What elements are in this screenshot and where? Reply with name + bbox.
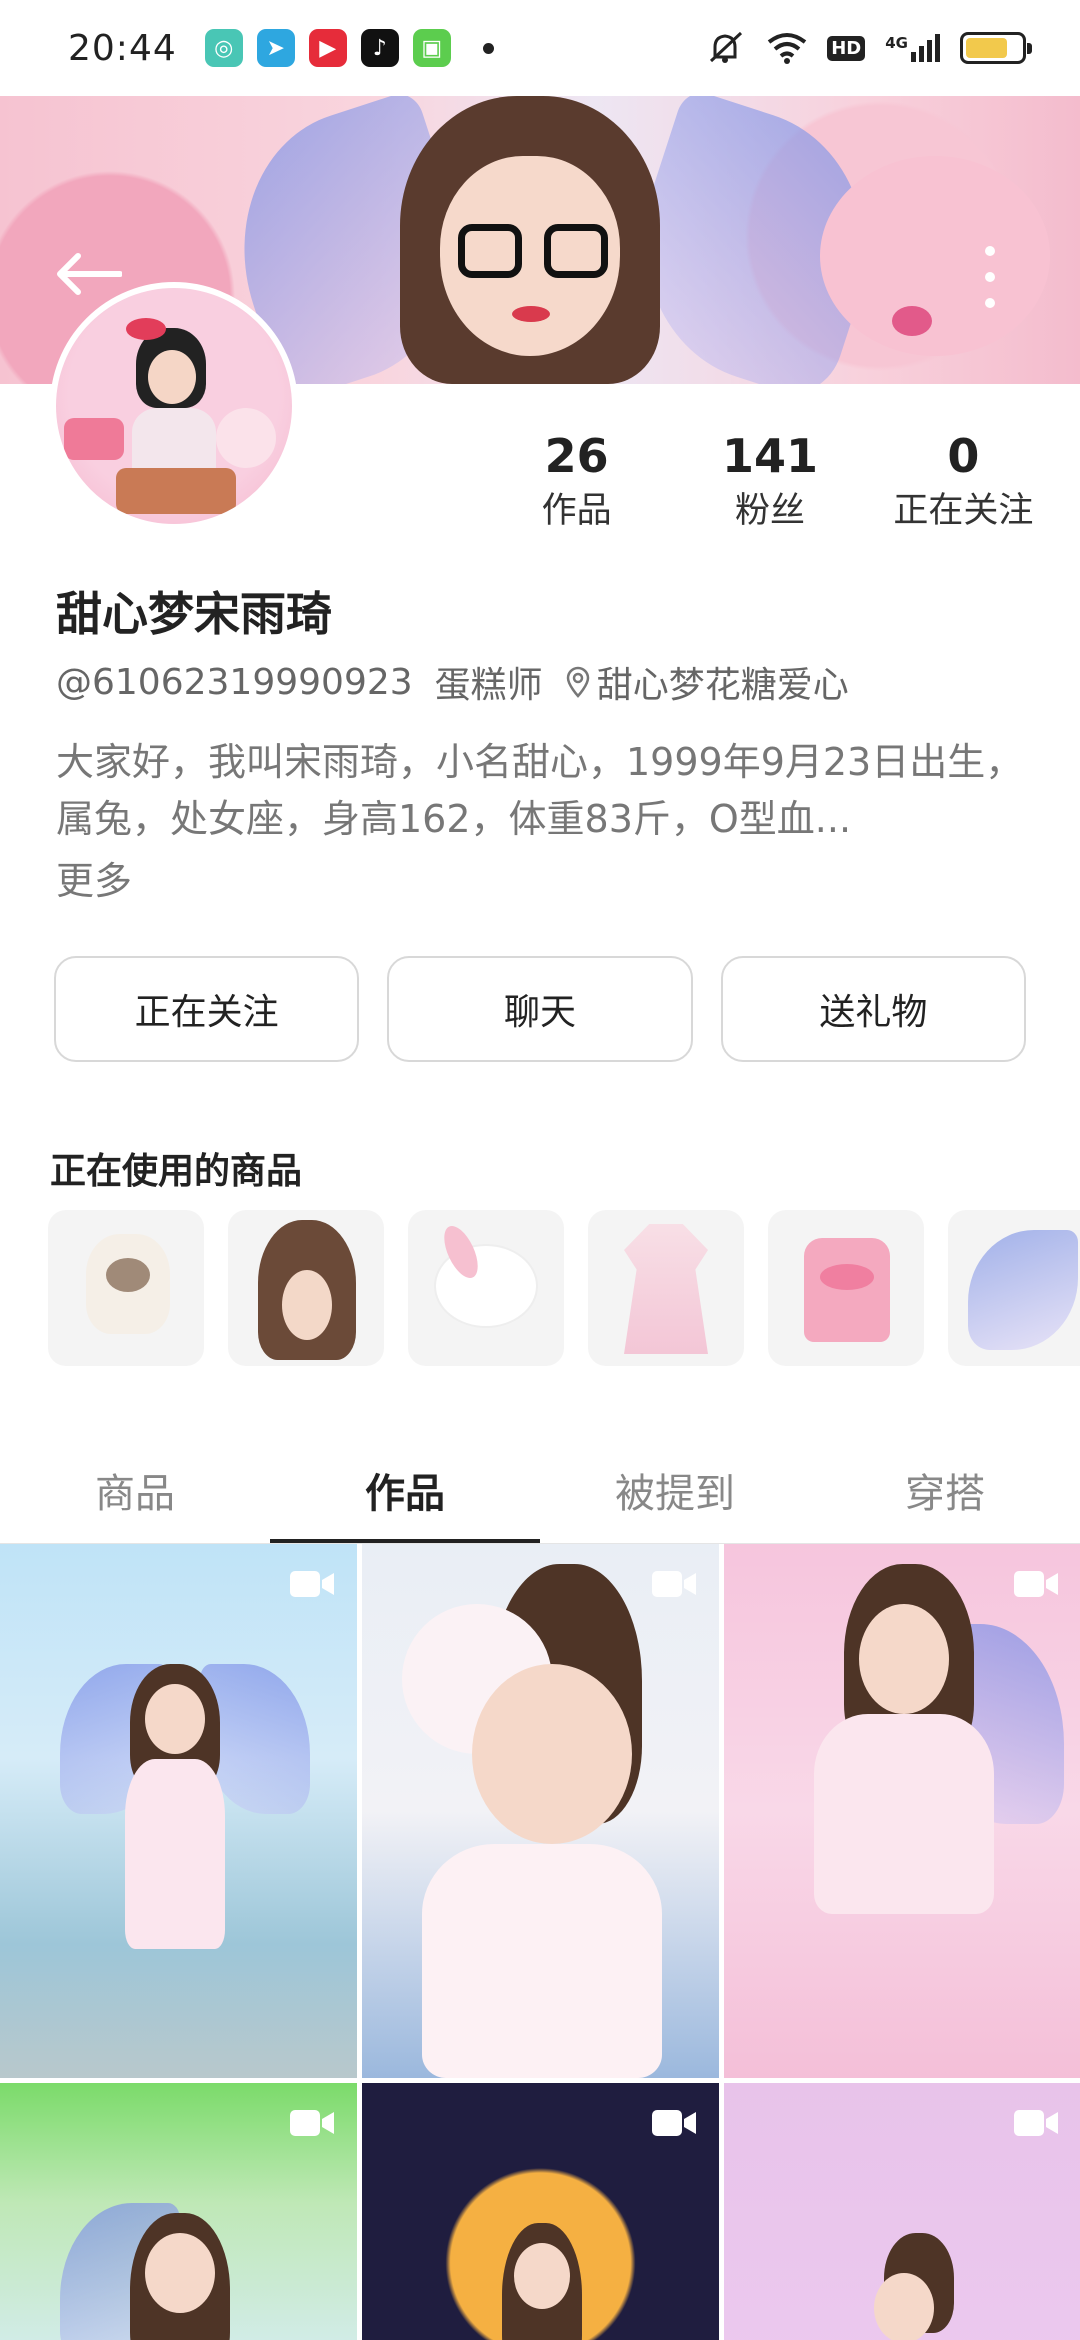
thumb-face (145, 2233, 215, 2313)
telegram-icon: ➤ (256, 29, 295, 67)
banner-teddy-bear (820, 156, 1050, 356)
item-pink-backpack[interactable] (768, 1210, 924, 1366)
profile-bio: 大家好，我叫宋雨琦，小名甜心，1999年9月23日出生，属兔，处女座，身高162… (56, 740, 1024, 841)
bio-more-link[interactable]: 更多 (56, 850, 132, 905)
profile-handle[interactable]: @61062319990923 (56, 662, 413, 703)
back-arrow-icon (57, 253, 122, 295)
status-time: 20:44 (68, 27, 177, 69)
work-thumbnail[interactable] (362, 1544, 719, 2078)
app-icon-green: ◎ (204, 29, 243, 67)
tab-outfits[interactable]: 穿搭 (810, 1436, 1080, 1544)
stat-following[interactable]: 0 正在关注 (867, 428, 1060, 536)
network-type: 4G (885, 34, 908, 52)
tiktok-icon: ♪ (360, 29, 399, 67)
work-thumbnail[interactable] (724, 1544, 1080, 2078)
profile-occupation: 蛋糕师 (434, 665, 543, 706)
work-thumbnail[interactable] (362, 2083, 719, 2340)
signal-icon: 4G (885, 34, 940, 62)
items-in-use-title: 正在使用的商品 (50, 1151, 303, 1192)
avatar-face (148, 350, 196, 404)
avatar-bow (126, 318, 166, 340)
item-bunny-plush[interactable] (408, 1210, 564, 1366)
backpack-image (804, 1238, 890, 1342)
item-cat-plush[interactable] (48, 1210, 204, 1366)
following-button[interactable]: 正在关注 (54, 956, 360, 1062)
work-thumbnail[interactable] (0, 2083, 357, 2340)
tab-mentioned[interactable]: 被提到 (540, 1436, 810, 1544)
profile-meta: @61062319990923 蛋糕师 甜心梦花糖爱心 (56, 656, 849, 708)
banner-lips (512, 306, 550, 322)
status-bar: 20:44 ◎ ➤ ▶ ♪ ▣ HD 4G (0, 0, 1080, 96)
more-dot-icon (985, 272, 995, 282)
more-notifications-dot-icon (482, 42, 494, 54)
banner-glasses (458, 224, 608, 278)
hairstyle-face (282, 1270, 332, 1340)
more-dot-icon (985, 246, 995, 256)
work-thumbnail[interactable] (724, 2083, 1080, 2340)
video-icon (1014, 2110, 1058, 2136)
item-fairy-wings[interactable] (948, 1210, 1080, 1366)
stat-value: 26 (544, 429, 609, 483)
avatar[interactable] (50, 282, 298, 530)
more-options-button[interactable] (970, 242, 1010, 312)
profile-tabs: 商品 作品 被提到 穿搭 (0, 1436, 1080, 1544)
location-text: 甜心梦花糖爱心 (596, 665, 849, 706)
tab-works[interactable]: 作品 (270, 1436, 540, 1544)
thumb-face (874, 2273, 934, 2340)
back-button[interactable] (52, 244, 124, 304)
video-icon (652, 2110, 696, 2136)
stat-label: 粉丝 (734, 491, 805, 531)
stat-works[interactable]: 26 作品 (480, 428, 673, 536)
system-icons: HD 4G (707, 31, 1032, 65)
location-pin-icon (566, 666, 589, 698)
avatar-cake (116, 468, 236, 514)
video-icon (290, 1571, 334, 1597)
cat-plush-face (106, 1258, 150, 1292)
item-hairstyle[interactable] (228, 1210, 384, 1366)
tab-products[interactable]: 商品 (0, 1436, 270, 1544)
video-icon (652, 1571, 696, 1597)
items-in-use-list (48, 1210, 1080, 1366)
send-gift-button[interactable]: 送礼物 (720, 956, 1026, 1062)
hd-icon: HD (827, 35, 866, 61)
thumb-body (814, 1714, 994, 1914)
avatar-sofa (64, 418, 124, 460)
thumb-body (422, 1844, 662, 2078)
chat-button[interactable]: 聊天 (387, 956, 693, 1062)
thumb-body (125, 1759, 225, 1949)
video-icon (290, 2110, 334, 2136)
stat-followers[interactable]: 141 粉丝 (673, 428, 866, 536)
profile-location[interactable]: 甜心梦花糖爱心 (565, 656, 849, 708)
stat-label: 作品 (541, 491, 612, 531)
avatar-bear (216, 408, 276, 468)
stat-label: 正在关注 (893, 491, 1034, 531)
works-grid (0, 1544, 1080, 2340)
banner-teddy-nose (892, 306, 932, 336)
thumb-face (472, 1664, 632, 1844)
thumb-face (859, 1604, 949, 1714)
thumb-face (145, 1684, 205, 1754)
stat-value: 0 (947, 429, 980, 483)
mute-icon (710, 31, 743, 63)
more-dot-icon (985, 298, 995, 308)
thumb-face (514, 2243, 570, 2309)
profile-stats: 26 作品 141 粉丝 0 正在关注 (480, 428, 1060, 536)
profile-actions: 正在关注 聊天 送礼物 (54, 956, 1026, 1062)
backpack-bow (820, 1264, 874, 1290)
stat-value: 141 (721, 429, 818, 483)
battery-icon (960, 32, 1032, 64)
wifi-icon (768, 33, 807, 64)
work-thumbnail[interactable] (0, 1544, 357, 2078)
video-icon (1014, 1571, 1058, 1597)
pink-dress-image (624, 1224, 708, 1354)
item-pink-dress[interactable] (588, 1210, 744, 1366)
notification-icons: ◎ ➤ ▶ ♪ ▣ (204, 29, 494, 67)
youtube-icon: ▶ (308, 29, 347, 67)
app-icon-lime: ▣ (412, 29, 451, 67)
fairy-wings-image (968, 1230, 1078, 1350)
profile-name: 甜心梦宋雨琦 (56, 587, 332, 641)
